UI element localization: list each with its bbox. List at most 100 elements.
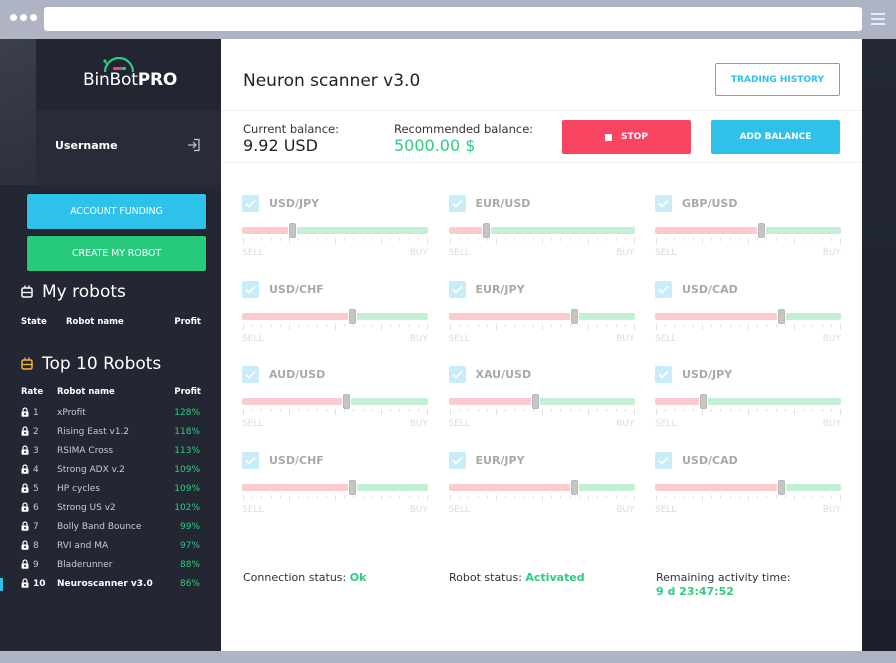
sidebar: BinBotPRO Username ACCOUNT FUNDING CREAT… <box>0 39 221 651</box>
pair-name: USD/CHF <box>269 453 324 467</box>
slider-tick <box>674 409 675 412</box>
slider-tick <box>390 494 391 498</box>
pair-checkbox[interactable] <box>448 195 466 212</box>
slider-tick <box>353 409 354 412</box>
slider-handle[interactable] <box>570 308 578 324</box>
address-bar[interactable] <box>44 7 862 31</box>
buy-bar <box>766 227 841 234</box>
top10-row[interactable]: 9 Bladerunner 88% <box>0 556 221 575</box>
create-robot-button[interactable]: CREATE MY ROBOT <box>26 235 207 272</box>
sell-buy-slider[interactable] <box>655 308 841 324</box>
sell-bar <box>448 398 531 405</box>
slider-tick <box>486 238 488 241</box>
lock-icon <box>21 445 29 455</box>
sell-label: SELL <box>655 333 677 344</box>
stop-button[interactable]: STOP <box>562 120 691 154</box>
top10-row[interactable]: 4 Strong ADX v.2 109% <box>0 461 221 480</box>
robot-status-value: Activated <box>525 571 585 584</box>
pair-checkbox[interactable] <box>655 451 672 469</box>
top10-row[interactable]: 5 HP cycles 109% <box>0 480 221 499</box>
slider-tick <box>252 238 253 241</box>
slider-tick <box>399 409 400 412</box>
buy-label: BUY <box>822 504 841 515</box>
pair-checkbox[interactable] <box>655 280 672 298</box>
sell-buy-slider[interactable] <box>242 394 428 409</box>
pair-checkbox[interactable] <box>448 451 466 469</box>
sell-bar <box>655 227 757 234</box>
robot-name: Neuroscanner v3.0 <box>57 579 153 589</box>
slider-handle[interactable] <box>289 223 296 238</box>
slider-tick <box>243 323 244 330</box>
slider-tick <box>730 494 731 498</box>
slider-handle[interactable] <box>531 394 539 409</box>
robot-name: Bolly Band Bounce <box>57 522 142 532</box>
slider-tick <box>822 238 823 241</box>
trading-history-button[interactable]: TRADING HISTORY <box>715 63 840 96</box>
account-funding-button[interactable]: ACCOUNT FUNDING <box>26 193 207 230</box>
sell-buy-slider[interactable] <box>448 223 635 238</box>
sell-buy-slider[interactable] <box>655 394 841 409</box>
buy-label: BUY <box>616 333 635 344</box>
col-state: State <box>21 317 47 327</box>
slider-handle[interactable] <box>349 479 356 495</box>
add-balance-button[interactable]: ADD BALANCE <box>711 120 840 154</box>
pair-checkbox[interactable] <box>242 280 259 298</box>
slider-handle[interactable] <box>343 394 350 409</box>
pair-checkbox[interactable] <box>242 366 259 383</box>
check-icon <box>245 370 256 379</box>
top10-row[interactable]: 2 Rising East v1.2 118% <box>0 423 221 442</box>
sell-buy-slider[interactable] <box>448 479 635 495</box>
lock-icon <box>21 502 29 512</box>
user-panel: Username <box>36 110 221 185</box>
sell-buy-slider[interactable] <box>448 394 635 409</box>
lock-icon <box>21 426 29 436</box>
binbot-logo[interactable]: BinBotPRO <box>83 57 183 93</box>
pair-checkbox[interactable] <box>242 195 259 212</box>
slider-tick <box>559 323 561 327</box>
sell-buy-slider[interactable] <box>242 479 428 495</box>
top10-row[interactable]: 3 RSIMA Cross 113% <box>0 442 221 461</box>
slider-handle[interactable] <box>700 394 707 409</box>
hamburger-icon[interactable] <box>871 13 885 25</box>
slider-handle[interactable] <box>758 223 765 238</box>
slider-tick <box>702 238 703 244</box>
slider-tick <box>831 409 832 412</box>
my-robots-title: My robots <box>42 282 126 302</box>
username[interactable]: Username <box>55 139 118 152</box>
slider-handle[interactable] <box>570 479 578 495</box>
sell-buy-slider[interactable] <box>448 308 635 324</box>
top10-row[interactable]: 6 Strong US v2 102% <box>0 499 221 518</box>
sell-buy-slider[interactable] <box>242 308 428 324</box>
slider-tick <box>335 323 336 330</box>
slider-tick <box>596 238 598 241</box>
slider-tick <box>504 409 506 412</box>
divider <box>221 110 862 111</box>
pair-checkbox[interactable] <box>448 366 466 383</box>
robot-status: Robot status: Activated <box>449 571 585 584</box>
sell-bar <box>448 312 570 320</box>
slider-tick <box>720 323 721 327</box>
slider-tick <box>711 323 712 327</box>
top10-row[interactable]: 10 Neuroscanner v3.0 86% <box>0 575 221 594</box>
lock-icon <box>21 483 29 493</box>
sell-label: SELL <box>448 333 470 344</box>
sell-buy-slider[interactable] <box>655 479 841 495</box>
pair-checkbox[interactable] <box>655 195 672 212</box>
slider-handle[interactable] <box>778 479 785 495</box>
pair-checkbox[interactable] <box>448 280 466 298</box>
slider-handle[interactable] <box>349 308 356 324</box>
slider-tick <box>381 323 382 330</box>
sign-in-icon[interactable] <box>187 138 201 152</box>
slider-tick <box>298 323 299 327</box>
top10-row[interactable]: 7 Bolly Band Bounce 99% <box>0 518 221 537</box>
slider-handle[interactable] <box>778 308 785 324</box>
slider-handle[interactable] <box>482 223 490 238</box>
slider-tick <box>785 409 786 412</box>
pair-checkbox[interactable] <box>242 451 259 469</box>
top10-row[interactable]: 1 xProfit 128% <box>0 404 221 423</box>
pair-checkbox[interactable] <box>655 366 672 383</box>
top10-row[interactable]: 8 RVI and MA 97% <box>0 537 221 556</box>
sell-buy-slider[interactable] <box>242 223 428 238</box>
recommended-balance-label: Recommended balance: <box>394 122 534 136</box>
sell-buy-slider[interactable] <box>655 223 841 238</box>
